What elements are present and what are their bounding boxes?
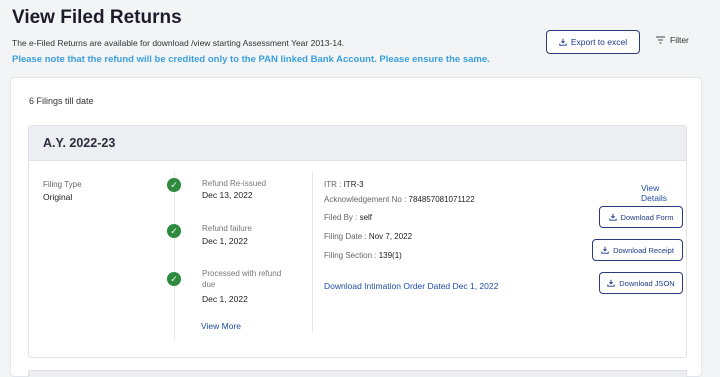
download-icon (559, 38, 567, 46)
download-intimation-link[interactable]: Download Intimation Order Dated Dec 1, 2… (324, 281, 498, 291)
download-json-label: Download JSON (619, 278, 675, 288)
filed-by-row: Filed By : self (324, 213, 372, 222)
filed-by-label: Filed By : (324, 213, 358, 222)
timeline-date: Dec 1, 2022 (202, 294, 248, 304)
filing-type-label: Filing Type (43, 180, 82, 189)
download-json-button[interactable]: Download JSON (599, 272, 683, 294)
itr-label: ITR : (324, 180, 342, 189)
itr-row: ITR : ITR-3 (324, 180, 364, 189)
download-form-label: Download Form (620, 212, 674, 222)
filing-card: A.Y. 2022-23 Filing Type Original ✓ Refu… (28, 125, 687, 358)
download-icon (608, 213, 617, 221)
filing-section-value: 139(1) (378, 251, 402, 260)
download-icon (601, 246, 609, 254)
timeline-status: Processed with refund due (202, 269, 282, 289)
download-receipt-label: Download Receipt (613, 245, 674, 255)
export-to-excel-button[interactable]: Export to excel (546, 30, 640, 54)
view-details-link[interactable]: View Details (641, 183, 686, 203)
itr-value: ITR-3 (343, 180, 364, 189)
ack-label: Acknowledgement No : (324, 195, 407, 204)
assessment-year: A.Y. 2022-23 (43, 136, 116, 150)
filter-label: Filter (670, 35, 689, 45)
filing-section-label: Filing Section : (324, 251, 377, 260)
filing-date-value: Nov 7, 2022 (368, 232, 413, 241)
filter-button[interactable]: Filter (656, 35, 689, 45)
timeline-line (174, 172, 175, 340)
refund-notice: Please note that the refund will be cred… (12, 54, 490, 65)
page-subtitle: The e-Filed Returns are available for do… (12, 38, 345, 48)
filing-section-row: Filing Section : 139(1) (324, 251, 402, 260)
timeline-status: Refund Re-issued (202, 179, 267, 188)
next-filing-card-header (28, 370, 687, 377)
download-receipt-button[interactable]: Download Receipt (592, 239, 683, 261)
filings-count: 6 Filings till date (29, 96, 94, 106)
check-icon: ✓ (167, 272, 181, 286)
filings-panel: 6 Filings till date A.Y. 2022-23 Filing … (10, 77, 702, 377)
filing-card-header: A.Y. 2022-23 (29, 126, 686, 161)
ack-value: 784857081071122 (408, 195, 475, 204)
filter-icon (656, 36, 665, 44)
column-divider (312, 172, 313, 332)
filing-date-label: Filing Date : (324, 232, 367, 241)
filing-date-row: Filing Date : Nov 7, 2022 (324, 232, 412, 241)
export-label: Export to excel (570, 37, 628, 47)
filed-by-value: self (359, 213, 373, 222)
view-more-link[interactable]: View More (201, 321, 241, 331)
timeline-date: Dec 13, 2022 (202, 190, 253, 200)
check-icon: ✓ (167, 224, 181, 238)
page-title: View Filed Returns (12, 7, 182, 28)
check-icon: ✓ (167, 178, 181, 192)
acknowledgement-row: Acknowledgement No : 784857081071122 (324, 195, 475, 204)
timeline-status: Refund failure (202, 224, 252, 233)
timeline-date: Dec 1, 2022 (202, 236, 248, 246)
download-form-button[interactable]: Download Form (599, 206, 683, 228)
filing-type-value: Original (43, 192, 73, 202)
download-icon (607, 279, 615, 287)
